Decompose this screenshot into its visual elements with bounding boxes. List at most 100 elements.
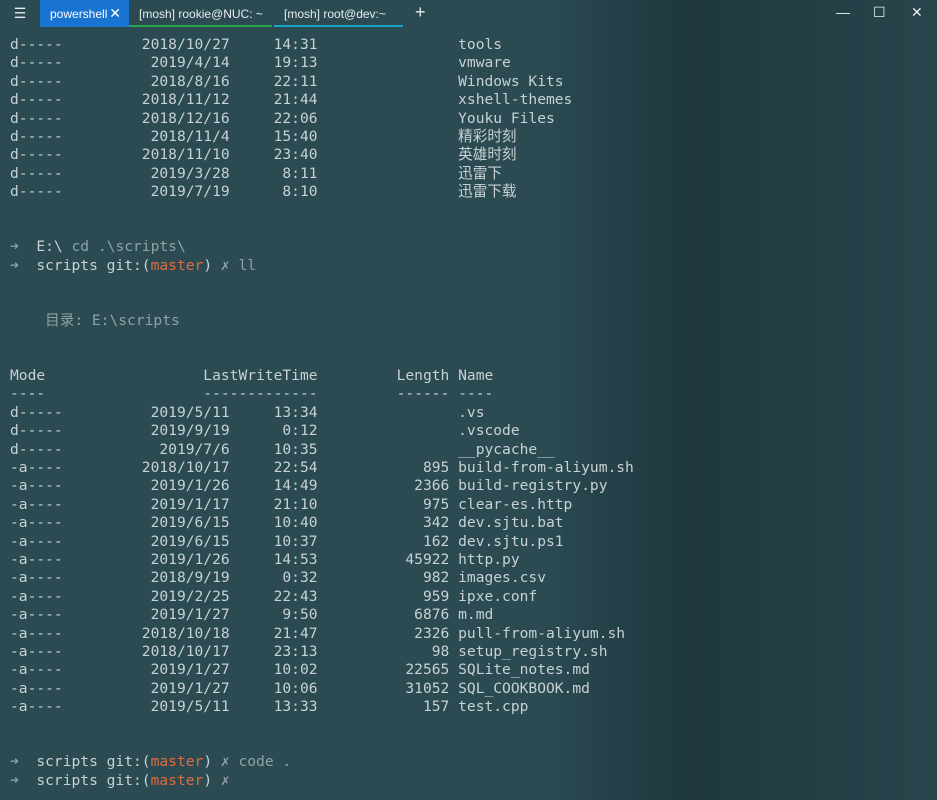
time-cell: 23:40 xyxy=(229,146,318,164)
tab-label: [mosh] root@dev:~ xyxy=(284,6,386,21)
name-cell: .vscode xyxy=(458,422,520,440)
window-close-icon[interactable]: ✕ xyxy=(911,4,923,21)
name-cell: __pycache__ xyxy=(458,440,555,458)
git-suffix: ) xyxy=(203,753,221,771)
length-cell: 2326 xyxy=(317,624,459,642)
prompt-cwd: scripts xyxy=(36,771,107,789)
name-cell: 迅雷下 xyxy=(458,164,502,182)
length-cell: 22565 xyxy=(317,661,459,679)
terminal-output[interactable]: d----- 2018/10/27 14:31 tools d----- 2019… xyxy=(10,36,634,790)
date-cell: 2018/11/4 xyxy=(62,127,230,145)
length-cell: 342 xyxy=(317,514,459,532)
list-item: d----- 2019/7/19 8:10 迅雷下载 xyxy=(10,183,634,201)
column-headers: Mode LastWriteTime Length Name xyxy=(10,367,634,385)
list-item: -a---- 2018/9/19 0:32 982 images.csv xyxy=(10,569,634,587)
underline-length: ------ xyxy=(317,385,459,403)
mode-cell: d----- xyxy=(10,183,63,201)
time-cell: 19:13 xyxy=(229,54,318,72)
maximize-icon[interactable]: ☐ xyxy=(873,4,886,21)
git-prefix: git:( xyxy=(106,753,151,771)
length-cell: 31052 xyxy=(317,679,459,697)
length-cell xyxy=(318,128,459,145)
tab-mosh-rookie[interactable]: [mosh] rookie@NUC: ~ xyxy=(129,0,272,27)
mode-cell: -a---- xyxy=(10,587,63,605)
mode-cell: -a---- xyxy=(10,679,63,697)
date-cell: 2018/8/16 xyxy=(62,72,230,90)
git-prefix: git:( xyxy=(106,256,151,274)
mode-cell: d----- xyxy=(10,54,63,72)
list-item: -a---- 2019/1/27 10:02 22565 SQLite_note… xyxy=(10,661,634,679)
list-item: d----- 2019/3/28 8:11 迅雷下 xyxy=(10,165,634,183)
date-cell: 2018/10/27 xyxy=(62,36,230,53)
time-cell: 10:37 xyxy=(229,532,318,550)
date-cell: 2018/11/12 xyxy=(62,91,230,109)
tab-mosh-root[interactable]: [mosh] root@dev:~ xyxy=(274,0,403,27)
mode-cell: d----- xyxy=(10,164,63,182)
dirty-marker: ✗ xyxy=(220,753,239,771)
name-cell: xshell-themes xyxy=(458,91,573,109)
prompt-line: ➜ scripts git:(master) ✗ code . xyxy=(10,753,634,771)
time-cell: 13:33 xyxy=(229,698,318,716)
date-cell: 2018/11/10 xyxy=(62,146,230,164)
close-tab-icon[interactable]: ✕ xyxy=(109,5,121,22)
name-cell: dev.sjtu.bat xyxy=(458,514,564,532)
time-cell: 9:50 xyxy=(229,606,318,624)
mode-cell: -a---- xyxy=(10,458,63,476)
list-item: -a---- 2019/6/15 10:40 342 dev.sjtu.bat xyxy=(10,514,634,532)
prompt-line: ➜ scripts git:(master) ✗ xyxy=(10,772,634,790)
git-prefix: git:( xyxy=(106,771,151,789)
minimize-icon[interactable]: — xyxy=(836,4,850,20)
mode-cell: d----- xyxy=(10,72,63,90)
time-cell: 22:54 xyxy=(229,458,318,476)
time-cell: 23:13 xyxy=(229,642,318,660)
time-cell: 14:49 xyxy=(229,477,318,495)
git-suffix: ) xyxy=(203,256,221,274)
mode-cell: -a---- xyxy=(10,532,63,550)
mode-cell: -a---- xyxy=(10,550,63,568)
name-cell: 迅雷下载 xyxy=(458,183,517,201)
name-cell: setup_registry.sh xyxy=(458,642,608,660)
prompt-arrow-icon: ➜ xyxy=(10,256,37,274)
length-cell xyxy=(318,146,459,163)
mode-cell: -a---- xyxy=(10,624,63,642)
hamburger-menu-icon[interactable]: ☰ xyxy=(0,0,40,27)
name-cell: Youku Files xyxy=(458,109,555,127)
time-cell: 8:10 xyxy=(229,183,318,201)
name-cell: ipxe.conf xyxy=(458,587,538,605)
prompt-command: code . xyxy=(238,753,292,771)
mode-cell: d----- xyxy=(10,91,63,109)
mode-cell: d----- xyxy=(10,36,63,53)
time-cell: 14:31 xyxy=(229,36,318,53)
new-tab-button[interactable]: + xyxy=(415,2,426,23)
length-cell xyxy=(318,165,459,182)
length-cell xyxy=(318,91,459,108)
name-cell: SQL_COOKBOOK.md xyxy=(458,679,590,697)
name-cell: pull-from-aliyum.sh xyxy=(458,624,626,642)
git-suffix: ) xyxy=(203,771,221,789)
length-cell: 98 xyxy=(317,642,459,660)
tab-powershell[interactable]: powershell ✕ xyxy=(40,0,129,27)
time-cell: 8:11 xyxy=(229,164,318,182)
length-cell: 2366 xyxy=(317,477,459,495)
name-cell: images.csv xyxy=(458,569,546,587)
dirty-marker: ✗ xyxy=(220,256,239,274)
name-cell: vmware xyxy=(458,54,511,72)
prompt-line: ➜ scripts git:(master) ✗ ll xyxy=(10,257,634,275)
list-item: -a---- 2019/5/11 13:33 157 test.cpp xyxy=(10,698,634,716)
date-cell: 2019/6/15 xyxy=(62,532,230,550)
prompt-command: ll xyxy=(238,256,257,274)
mode-cell: -a---- xyxy=(10,477,63,495)
name-cell: Windows Kits xyxy=(458,72,564,90)
mode-cell: d----- xyxy=(10,146,63,164)
list-item: -a---- 2019/1/26 14:49 2366 build-regist… xyxy=(10,477,634,495)
list-item: -a---- 2019/6/15 10:37 162 dev.sjtu.ps1 xyxy=(10,533,634,551)
list-item: -a---- 2018/10/18 21:47 2326 pull-from-a… xyxy=(10,625,634,643)
name-cell: m.md xyxy=(458,606,494,624)
length-cell: 157 xyxy=(317,698,459,716)
